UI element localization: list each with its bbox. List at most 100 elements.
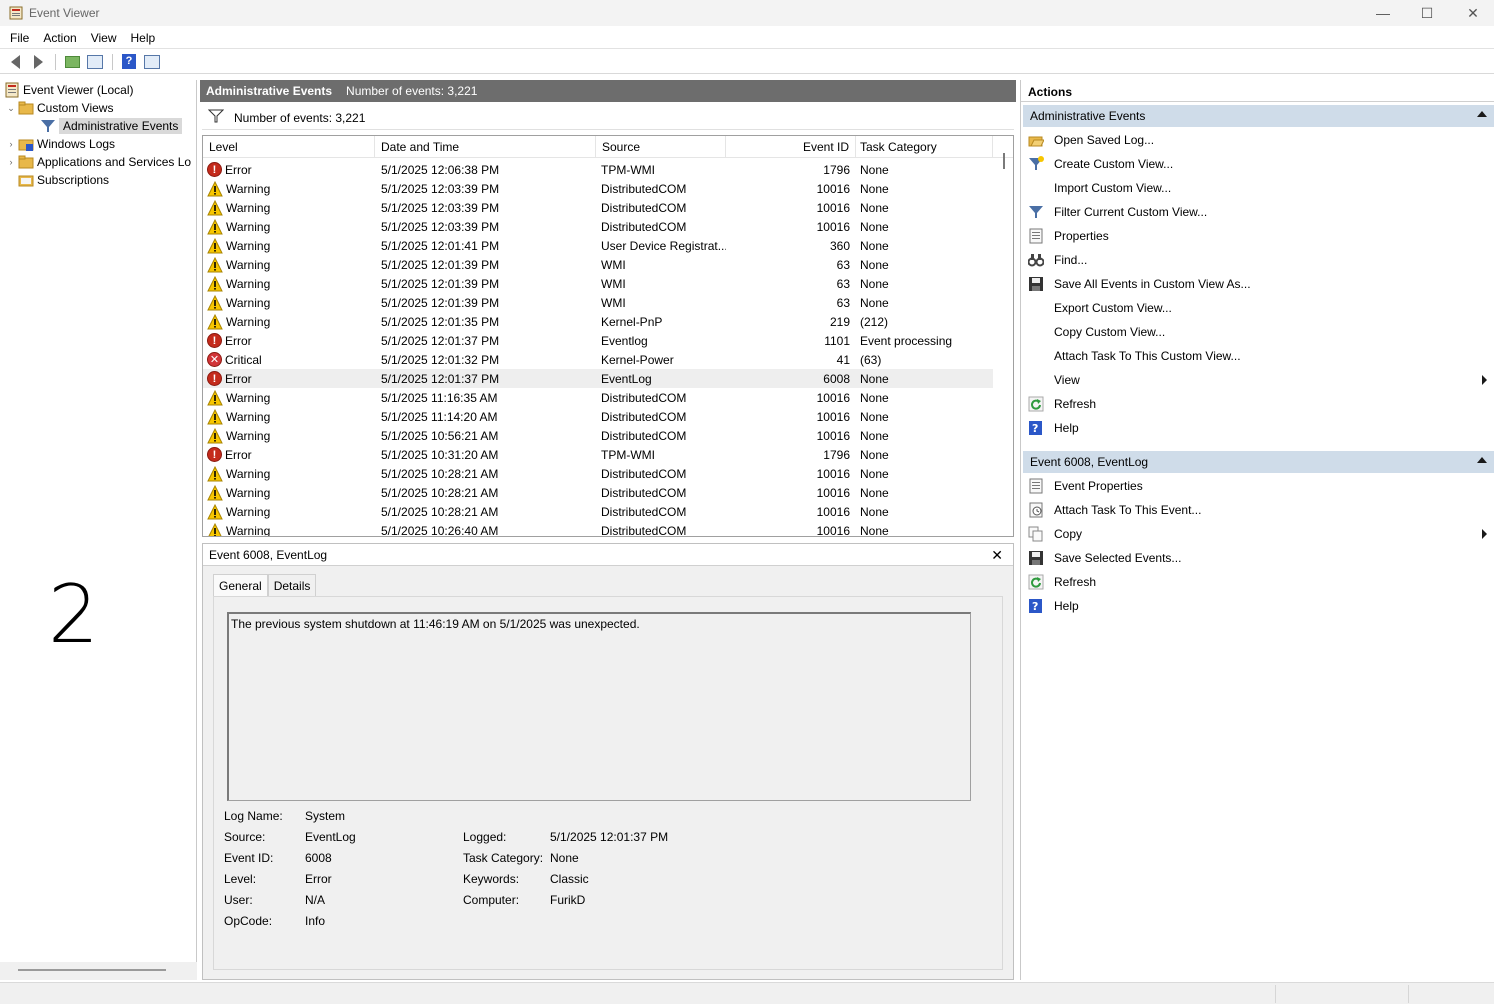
tree-item-applications-and-services[interactable]: › Applications and Services Lo — [6, 153, 192, 171]
help-toolbar-button[interactable]: ? — [118, 52, 140, 72]
prop-value[interactable]: Classic — [550, 872, 589, 886]
tree-label: Administrative Events — [59, 118, 183, 134]
tree-item-subscriptions[interactable]: Subscriptions — [18, 171, 109, 189]
collapsed-chevron-icon[interactable]: › — [6, 139, 16, 149]
table-row[interactable]: ! Error 5/1/2025 12:01:37 PM Eventlog 1101 Ev… — [203, 331, 993, 350]
tab-details[interactable]: Details — [267, 574, 317, 596]
table-row[interactable]: Warning 5/1/2025 10:56:21 AM DistributedCO… — [203, 426, 993, 445]
prop-value[interactable]: System — [305, 809, 345, 823]
table-row[interactable]: Warning 5/1/2025 11:14:20 AM DistributedCO… — [203, 407, 993, 426]
tree-item-event-viewer-local[interactable]: Event Viewer (Local) — [4, 81, 134, 99]
prop-value[interactable]: Info — [305, 914, 325, 928]
action-create-custom-view[interactable]: Create Custom View... — [1023, 153, 1493, 175]
table-vertical-scrollbar[interactable] — [1003, 153, 1005, 169]
prop-value[interactable]: N/A — [305, 893, 325, 907]
tree-item-administrative-events[interactable]: Administrative Events — [40, 117, 183, 135]
table-row[interactable]: Warning 5/1/2025 12:03:39 PM DistributedCO… — [203, 217, 993, 236]
close-detail-button[interactable]: ✕ — [991, 547, 1003, 564]
minimize-button[interactable]: — — [1360, 0, 1406, 26]
menu-view[interactable]: View — [85, 31, 123, 45]
folder-icon — [18, 100, 34, 116]
collapse-caret-icon[interactable] — [1477, 111, 1487, 117]
action-refresh[interactable]: Refresh — [1023, 571, 1493, 593]
event-message[interactable]: The previous system shutdown at 11:46:19… — [227, 612, 971, 801]
table-row[interactable]: ! Error 5/1/2025 10:31:20 AM TPM-WMI 1796 Non… — [203, 445, 993, 464]
show-action-pane-button[interactable] — [141, 52, 163, 72]
menu-file[interactable]: File — [4, 31, 35, 45]
action-help[interactable]: ? Help — [1023, 417, 1493, 439]
prop-value[interactable]: None — [550, 851, 579, 865]
table-row[interactable]: Warning 5/1/2025 10:28:21 AM DistributedCO… — [203, 502, 993, 521]
prop-value[interactable]: 5/1/2025 12:01:37 PM — [550, 830, 668, 844]
prop-value[interactable]: 6008 — [305, 851, 332, 865]
actions-section-administrative-events[interactable]: Administrative Events — [1023, 105, 1494, 127]
table-row[interactable]: Warning 5/1/2025 12:01:41 PM User Device R… — [203, 236, 993, 255]
menu-action[interactable]: Action — [37, 31, 82, 45]
table-row[interactable]: Warning 5/1/2025 12:01:39 PM WMI 63 None — [203, 255, 993, 274]
action-event-properties[interactable]: Event Properties — [1023, 475, 1493, 497]
tree-item-windows-logs[interactable]: › Windows Logs — [6, 135, 115, 153]
table-row[interactable]: Warning 5/1/2025 11:16:35 AM DistributedCO… — [203, 388, 993, 407]
cell-event-id: 1796 — [823, 162, 850, 177]
action-import-custom-view[interactable]: Import Custom View... — [1023, 177, 1493, 199]
toolbar: ? — [0, 50, 1494, 74]
collapse-caret-icon[interactable] — [1477, 457, 1487, 463]
prop-value[interactable]: EventLog — [305, 830, 356, 844]
tree-horizontal-scrollbar[interactable] — [18, 969, 166, 971]
expanded-chevron-icon[interactable]: ⌄ — [6, 103, 16, 114]
prop-label: Source: — [224, 830, 266, 844]
table-row[interactable]: Warning 5/1/2025 10:28:21 AM DistributedCO… — [203, 483, 993, 502]
collapsed-chevron-icon[interactable]: › — [6, 157, 16, 167]
cell-task-category: (63) — [860, 352, 882, 367]
table-row[interactable]: Warning 5/1/2025 12:03:39 PM DistributedCO… — [203, 198, 993, 217]
forward-button[interactable] — [27, 52, 49, 72]
menu-help[interactable]: Help — [125, 31, 162, 45]
column-level[interactable]: Level — [203, 136, 375, 158]
filter-icon — [40, 118, 56, 134]
show-hide-console-tree-button[interactable] — [84, 52, 106, 72]
action-save-all-events-in-custom-view-as[interactable]: Save All Events in Custom View As... — [1023, 273, 1493, 295]
table-row[interactable]: ! Error 5/1/2025 12:01:37 PM EventLog 6008 No… — [203, 369, 993, 388]
table-row[interactable]: Warning 5/1/2025 10:26:40 AM DistributedCO… — [203, 521, 993, 536]
table-row[interactable]: Warning 5/1/2025 12:01:39 PM WMI 63 None — [203, 293, 993, 312]
maximize-button[interactable]: ☐ — [1404, 0, 1450, 26]
table-row[interactable]: Warning 5/1/2025 12:03:39 PM DistributedCO… — [203, 179, 993, 198]
cell-event-id: 63 — [836, 295, 850, 310]
cell-task-category: None — [860, 219, 889, 234]
action-refresh[interactable]: Refresh — [1023, 393, 1493, 415]
prop-value[interactable]: Error — [305, 872, 332, 886]
actions-section-event[interactable]: Event 6008, EventLog — [1023, 451, 1494, 473]
column-source[interactable]: Source — [596, 136, 726, 158]
column-task-category[interactable]: Task Category — [856, 136, 993, 158]
close-window-button[interactable]: ✕ — [1450, 0, 1494, 26]
action-export-custom-view[interactable]: Export Custom View... — [1023, 297, 1493, 319]
action-attach-task-to-this-event[interactable]: Attach Task To This Event... — [1023, 499, 1493, 521]
up-folder-button[interactable] — [61, 52, 83, 72]
action-copy-custom-view[interactable]: Copy Custom View... — [1023, 321, 1493, 343]
table-row[interactable]: Warning 5/1/2025 10:28:21 AM DistributedCO… — [203, 464, 993, 483]
cell-event-id: 1796 — [823, 447, 850, 462]
tree-label: Event Viewer (Local) — [23, 83, 134, 97]
action-find[interactable]: Find... — [1023, 249, 1493, 271]
action-properties[interactable]: Properties — [1023, 225, 1493, 247]
action-attach-task-to-this-custom-view[interactable]: Attach Task To This Custom View... — [1023, 345, 1493, 367]
table-row[interactable]: ! Error 5/1/2025 12:06:38 PM TPM-WMI 1796 Non… — [203, 160, 993, 179]
action-copy[interactable]: Copy — [1023, 523, 1493, 545]
table-row[interactable]: Warning 5/1/2025 12:01:35 PM Kernel-PnP 219… — [203, 312, 993, 331]
action-view[interactable]: View — [1023, 369, 1493, 391]
table-row[interactable]: ✕ Critical 5/1/2025 12:01:32 PM Kernel-Powe… — [203, 350, 993, 369]
table-row[interactable]: Warning 5/1/2025 12:01:39 PM WMI 63 None — [203, 274, 993, 293]
column-event-id[interactable]: Event ID — [726, 136, 856, 158]
prop-label: Task Category: — [463, 851, 544, 865]
action-open-saved-log[interactable]: Open Saved Log... — [1023, 129, 1493, 151]
prop-label: Level: — [224, 872, 257, 886]
action-save-selected-events[interactable]: Save Selected Events... — [1023, 547, 1493, 569]
prop-value[interactable]: FurikD — [550, 893, 585, 907]
action-help[interactable]: ? Help — [1023, 595, 1493, 617]
cell-task-category: None — [860, 371, 889, 386]
column-date-time[interactable]: Date and Time — [375, 136, 596, 158]
tab-general[interactable]: General — [213, 574, 268, 596]
tree-item-custom-views[interactable]: ⌄ Custom Views — [6, 99, 113, 117]
action-filter-current-custom-view[interactable]: Filter Current Custom View... — [1023, 201, 1493, 223]
back-button[interactable] — [4, 52, 26, 72]
